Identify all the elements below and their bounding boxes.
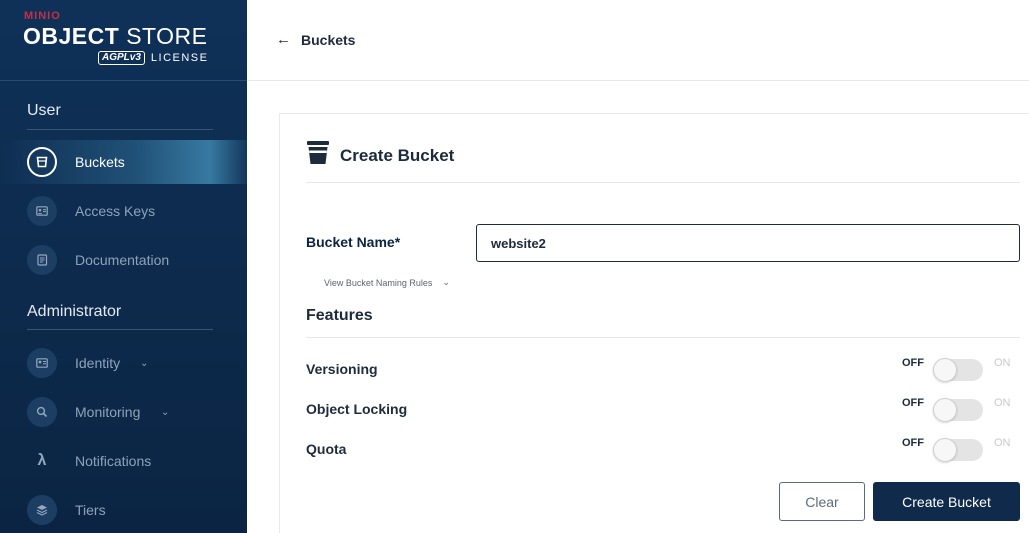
page-header: ← Buckets: [247, 0, 1029, 81]
sidebar-item-label: Monitoring: [75, 404, 141, 420]
sidebar-item-monitoring[interactable]: Monitoring ⌄: [0, 390, 247, 434]
logo-product-thin: STORE: [126, 23, 208, 49]
toggle-on-label: ON: [994, 357, 1011, 369]
features-divider: [306, 337, 1020, 338]
sidebar-item-label: Tiers: [75, 502, 106, 518]
feature-row-quota: Quota OFF ON: [306, 437, 1020, 462]
logo-product: OBJECT STORE: [23, 23, 208, 49]
sidebar-item-label: Identity: [75, 355, 121, 371]
license-label: LICENSE: [150, 52, 209, 64]
form-title: Create Bucket: [340, 146, 455, 165]
lambda-icon: λ: [37, 452, 47, 469]
back-to-buckets-link[interactable]: ← Buckets: [276, 31, 355, 48]
clear-button[interactable]: Clear: [779, 482, 865, 521]
quota-toggle[interactable]: [933, 438, 983, 462]
logo-vendor: MINIO: [24, 10, 61, 22]
toggle-on-label: ON: [994, 437, 1011, 449]
toggle-knob: [933, 398, 957, 422]
minio-logo[interactable]: MINIO OBJECT STORE AGPLv3 LICENSE: [23, 10, 223, 70]
toggle-off-label: OFF: [902, 437, 924, 449]
sidebar-item-identity[interactable]: Identity ⌄: [0, 341, 247, 385]
naming-rules-label: View Bucket Naming Rules: [324, 277, 433, 288]
feature-row-versioning: Versioning OFF ON: [306, 357, 1020, 382]
logo-product-bold: OBJECT: [23, 23, 120, 49]
object-locking-toggle[interactable]: [933, 398, 983, 422]
logo-license: AGPLv3 LICENSE: [98, 51, 208, 65]
feature-label: Quota: [306, 441, 347, 457]
toggle-off-label: OFF: [902, 397, 924, 409]
sidebar-item-tiers[interactable]: Tiers: [0, 488, 247, 532]
section-title-administrator: Administrator: [27, 303, 122, 320]
monitoring-icon: [27, 397, 57, 427]
section-divider-user: [27, 129, 213, 130]
sidebar-item-access-keys[interactable]: Access Keys: [0, 189, 247, 233]
toggle-off-label: OFF: [902, 357, 924, 369]
bucket-icon: [27, 147, 57, 177]
naming-rules-toggle[interactable]: View Bucket Naming Rules ⌄: [324, 277, 450, 288]
feature-label: Object Locking: [306, 401, 408, 417]
sidebar-item-buckets[interactable]: Buckets: [0, 140, 247, 184]
features-title: Features: [306, 307, 373, 324]
sidebar-item-notifications[interactable]: λ Notifications: [0, 439, 247, 483]
bucket-icon: [306, 140, 330, 165]
tiers-icon: [27, 495, 57, 525]
sidebar: MINIO OBJECT STORE AGPLv3 LICENSE User B…: [0, 0, 247, 533]
sidebar-item-label: Documentation: [75, 252, 170, 268]
create-bucket-button[interactable]: Create Bucket: [873, 482, 1020, 521]
versioning-toggle[interactable]: [933, 358, 983, 382]
section-title-user: User: [27, 102, 61, 119]
logo-divider: [0, 80, 247, 81]
arrow-left-icon: ←: [276, 31, 291, 48]
feature-label: Versioning: [306, 361, 378, 377]
toggle-knob: [933, 438, 957, 462]
app-root: MINIO OBJECT STORE AGPLv3 LICENSE User B…: [0, 0, 1029, 533]
sidebar-item-label: Buckets: [75, 154, 125, 170]
identity-icon: [27, 348, 57, 378]
toggle-knob: [933, 358, 957, 382]
chevron-down-icon: ⌄: [442, 277, 450, 287]
toggle-on-label: ON: [994, 397, 1011, 409]
sidebar-item-documentation[interactable]: Documentation: [0, 238, 247, 282]
create-bucket-form: Create Bucket Bucket Name* View Bucket N…: [279, 113, 1029, 533]
bucket-name-input[interactable]: [476, 224, 1020, 262]
agpl-badge: AGPLv3: [98, 51, 145, 65]
sidebar-item-label: Notifications: [75, 453, 152, 469]
document-icon: [27, 245, 57, 275]
chevron-down-icon[interactable]: ⌄: [140, 358, 148, 369]
feature-row-object-locking: Object Locking OFF ON: [306, 397, 1020, 422]
section-divider-administrator: [27, 329, 213, 330]
title-divider: [306, 182, 1020, 183]
key-icon: [27, 196, 57, 226]
chevron-down-icon[interactable]: ⌄: [161, 407, 169, 418]
bucket-name-label: Bucket Name*: [306, 234, 401, 250]
sidebar-item-label: Access Keys: [75, 203, 156, 219]
back-link-label: Buckets: [301, 31, 356, 48]
